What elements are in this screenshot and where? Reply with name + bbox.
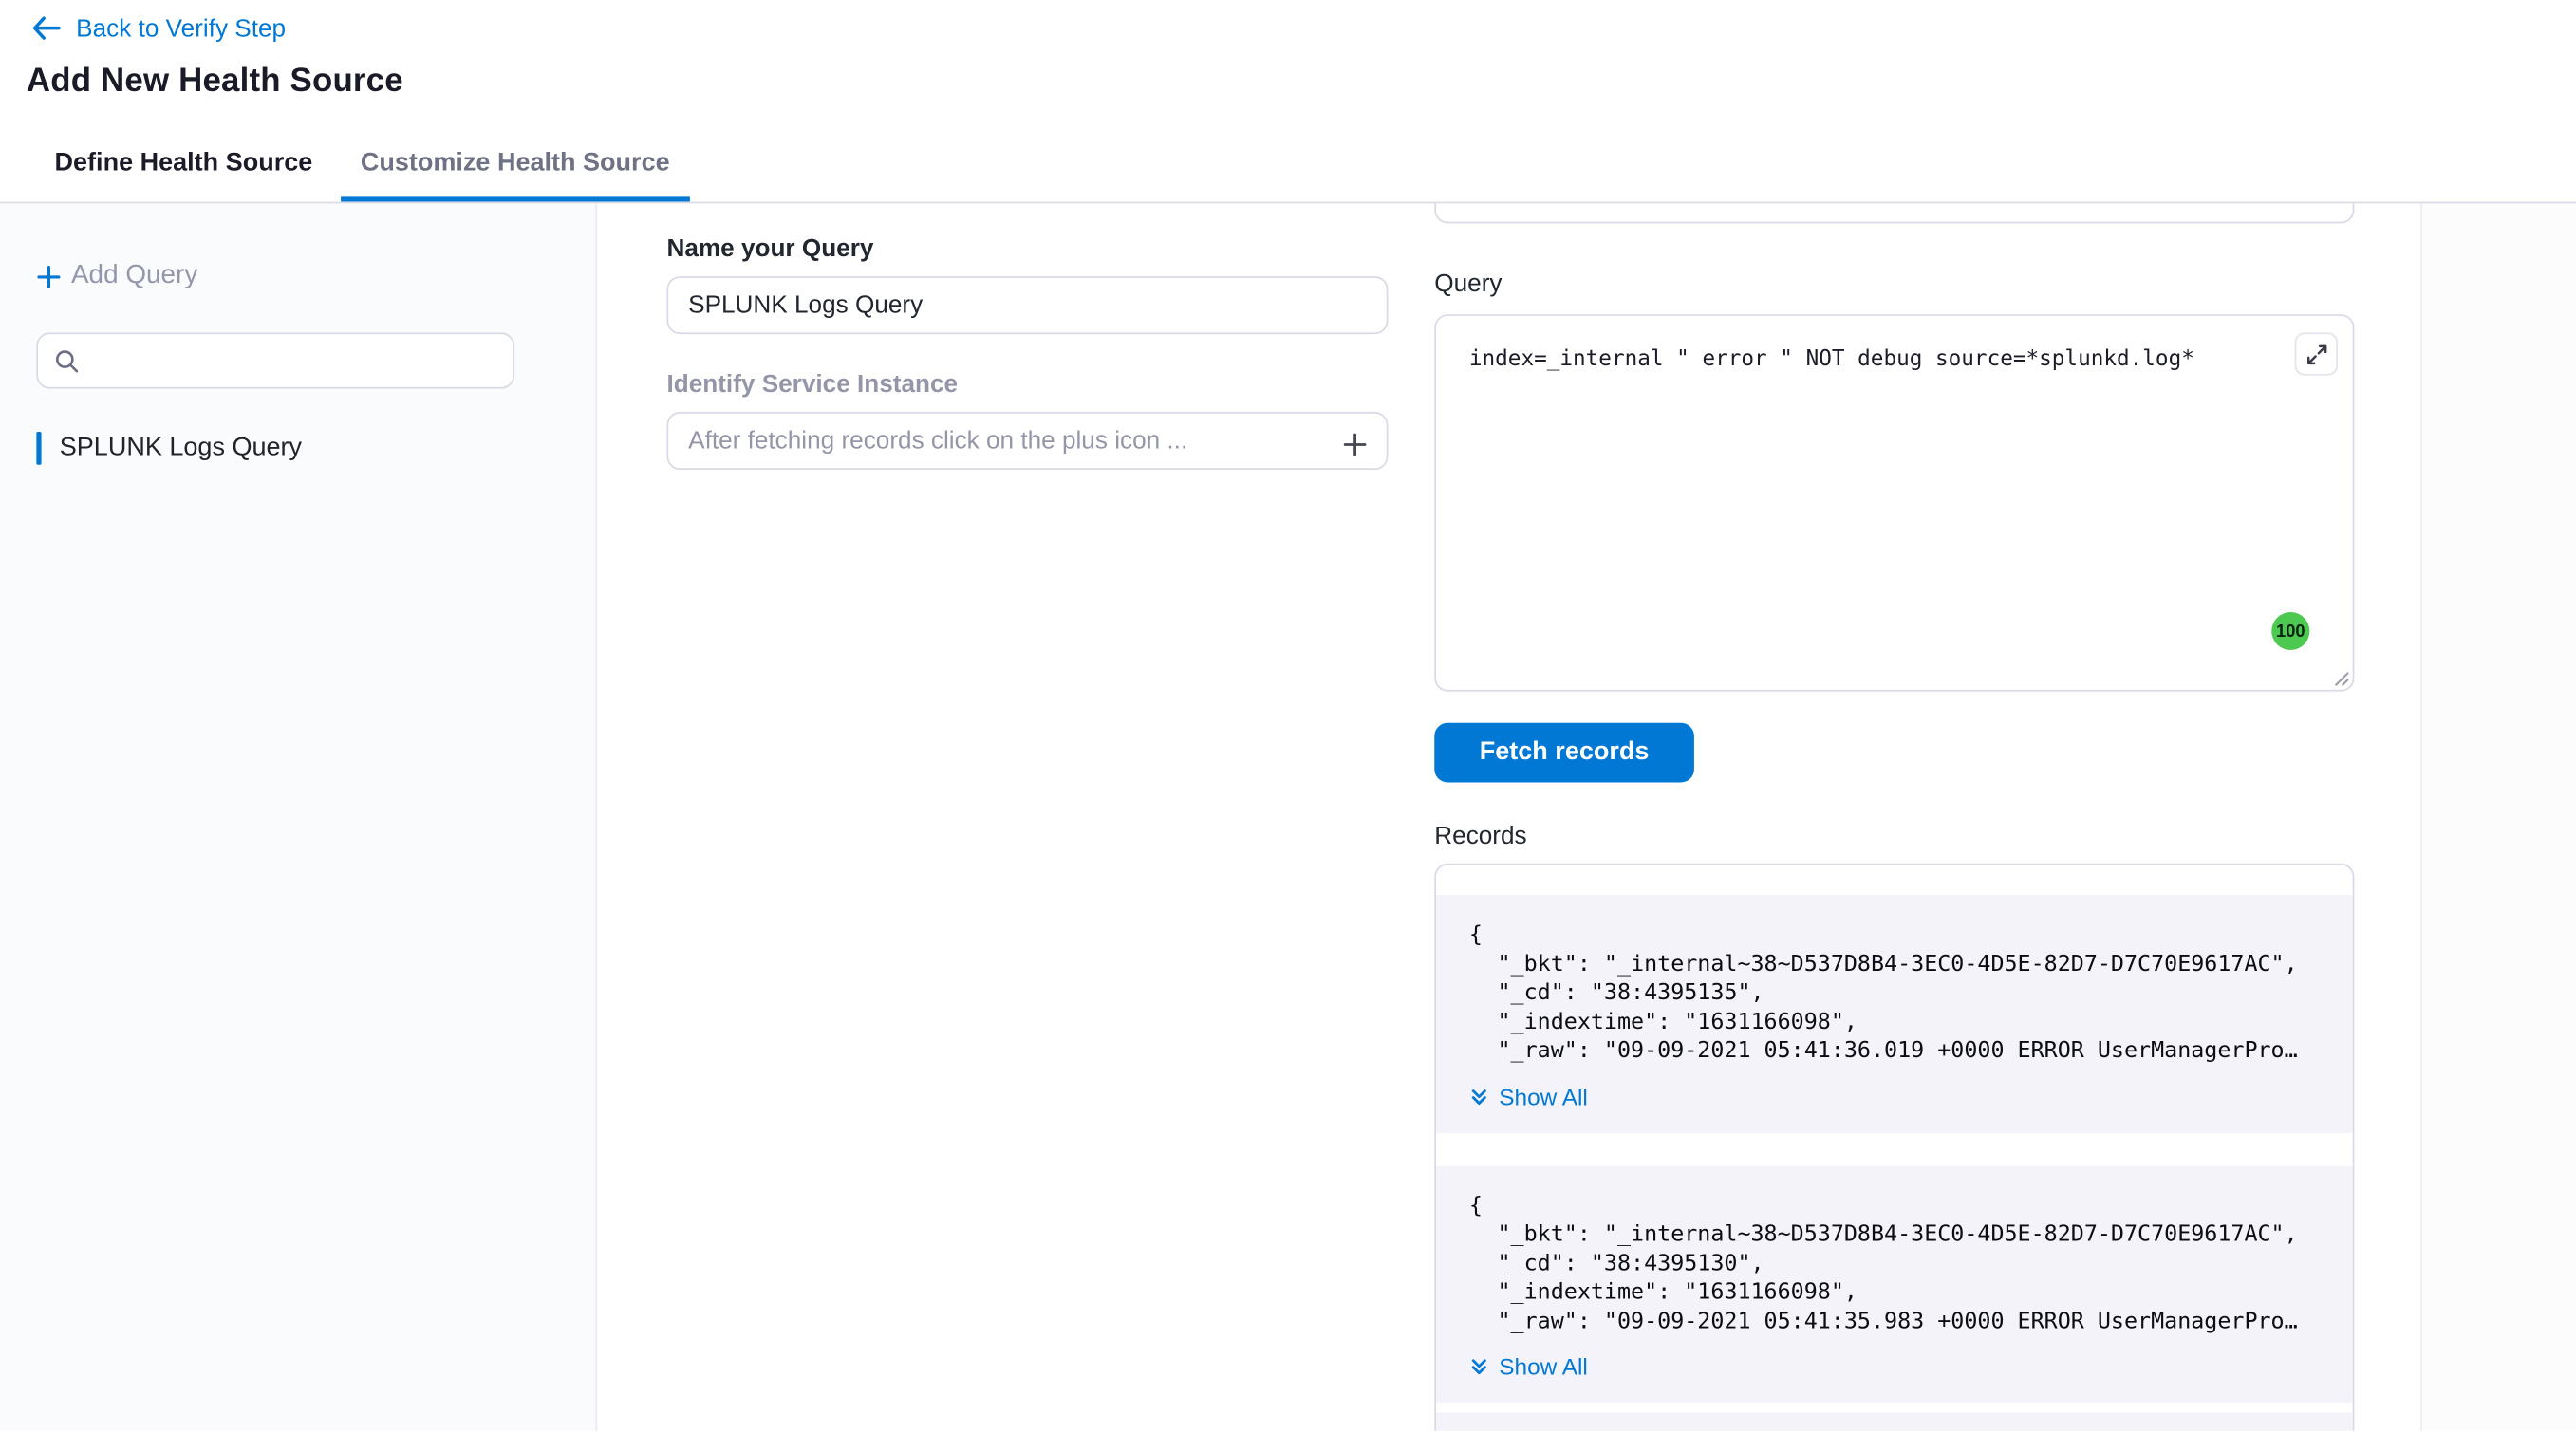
add-service-instance-button[interactable]: [1336, 425, 1372, 461]
back-link-label: Back to Verify Step: [76, 14, 286, 43]
show-all-label: Show All: [1499, 1083, 1588, 1109]
show-all-label: Show All: [1499, 1353, 1588, 1380]
clipped-input-field[interactable]: [1434, 203, 2354, 223]
record-json-line: "_raw": "09-09-2021 05:41:35.983 +0000 E…: [1469, 1308, 2329, 1337]
query-search-input[interactable]: [93, 347, 496, 374]
tab-define-label: Define Health Source: [55, 149, 313, 178]
query-list-item-label: SPLUNK Logs Query: [60, 434, 302, 463]
fetch-records-button[interactable]: Fetch records: [1434, 723, 1694, 783]
expand-query-button[interactable]: [2295, 332, 2338, 375]
query-text: index=_internal " error " NOT debug sour…: [1469, 345, 2270, 375]
query-label: Query: [1434, 270, 2354, 298]
query-name-input[interactable]: [666, 276, 1388, 334]
tab-customize-health-source[interactable]: Customize Health Source: [341, 125, 690, 201]
records-label: Records: [1434, 822, 2354, 850]
query-search[interactable]: [36, 332, 514, 388]
selected-query-indicator: [36, 432, 41, 465]
record-json-line: "_raw": "09-09-2021 05:41:36.019 +0000 E…: [1469, 1037, 2329, 1067]
record-json-line: "_bkt": "_internal~38~D537D8B4-3EC0-4D5E…: [1469, 1220, 2329, 1250]
service-instance-input[interactable]: [666, 412, 1388, 470]
content-area: Add Query SPLUNK Logs Query Name your Qu…: [0, 203, 2576, 1430]
tab-customize-label: Customize Health Source: [361, 149, 670, 178]
record-card-clipped: [1436, 1413, 2353, 1431]
record-count-badge: 100: [2271, 612, 2309, 650]
chevrons-down-icon: [1469, 1356, 1489, 1376]
record-card: { "_bkt": "_internal~38~D537D8B4-3EC0-4D…: [1436, 895, 2353, 1132]
query-panel-column: Query index=_internal " error " NOT debu…: [1434, 203, 2354, 1430]
add-query-button[interactable]: Add Query: [36, 261, 197, 290]
record-json-line: {: [1469, 921, 2329, 951]
record-json-line: "_indextime": "1631166098",: [1469, 1278, 2329, 1308]
query-form-column: Name your Query Identify Service Instanc…: [666, 203, 1388, 470]
expand-icon: [2304, 342, 2328, 366]
resize-handle-icon[interactable]: [2331, 668, 2349, 686]
right-rail: [2420, 203, 2576, 1430]
query-textarea[interactable]: index=_internal " error " NOT debug sour…: [1434, 314, 2354, 691]
search-icon: [55, 348, 80, 373]
chevrons-down-icon: [1469, 1086, 1489, 1106]
back-link[interactable]: Back to Verify Step: [31, 11, 286, 45]
name-query-label: Name your Query: [666, 235, 1388, 264]
record-card: { "_bkt": "_internal~38~D537D8B4-3EC0-4D…: [1436, 1165, 2353, 1403]
record-json-line: "_indextime": "1631166098",: [1469, 1008, 2329, 1037]
query-sidebar: Add Query SPLUNK Logs Query: [0, 203, 597, 1430]
record-json-line: {: [1469, 1192, 2329, 1221]
tab-define-health-source[interactable]: Define Health Source: [35, 125, 333, 201]
show-all-link[interactable]: Show All: [1469, 1083, 1588, 1109]
records-panel: { "_bkt": "_internal~38~D537D8B4-3EC0-4D…: [1434, 864, 2354, 1431]
plus-icon: [1342, 431, 1369, 457]
back-arrow-icon: [31, 15, 61, 42]
record-json-line: "_bkt": "_internal~38~D537D8B4-3EC0-4D5E…: [1469, 950, 2329, 979]
page-title: Add New Health Source: [27, 63, 2549, 101]
query-list-item[interactable]: SPLUNK Logs Query: [36, 432, 559, 465]
app-window: Back to Verify Step Add New Health Sourc…: [0, 0, 2576, 1433]
add-query-label: Add Query: [71, 261, 197, 290]
page-header: Back to Verify Step Add New Health Sourc…: [0, 0, 2576, 125]
show-all-link[interactable]: Show All: [1469, 1353, 1588, 1380]
service-instance-field: [666, 412, 1388, 470]
tab-bar: Define Health Source Customize Health So…: [0, 125, 2576, 203]
record-json-line: "_cd": "38:4395135",: [1469, 979, 2329, 1009]
record-json-line: "_cd": "38:4395130",: [1469, 1250, 2329, 1279]
plus-icon: [36, 264, 61, 288]
service-instance-label: Identify Service Instance: [666, 370, 1388, 399]
main-panel: Name your Query Identify Service Instanc…: [597, 203, 2420, 1430]
